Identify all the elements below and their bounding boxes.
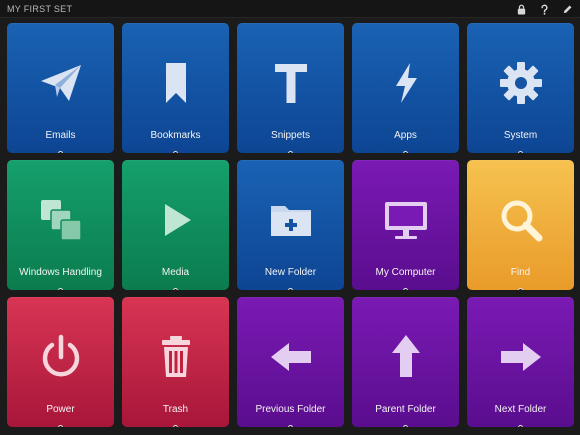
power-icon	[35, 331, 87, 383]
tile-label: Snippets	[271, 130, 310, 141]
tile-indicator-dot	[288, 151, 293, 153]
tile-windows-handling[interactable]: Windows Handling	[7, 160, 114, 290]
stacked-windows-icon	[35, 194, 87, 246]
tile-indicator-dot	[288, 288, 293, 290]
tile-indicator-dot	[518, 151, 523, 153]
tile-bookmarks[interactable]: Bookmarks	[122, 23, 229, 153]
bookmark-icon	[150, 57, 202, 109]
tile-find[interactable]: Find	[467, 160, 574, 290]
tile-label: Next Folder	[494, 404, 547, 415]
tile-label: Trash	[162, 404, 189, 415]
tile-indicator-dot	[173, 288, 178, 290]
tile-indicator-dot	[403, 425, 408, 427]
play-icon	[150, 194, 202, 246]
gear-icon	[495, 57, 547, 109]
action-grid: Emails Bookmarks Snippets Apps System Wi…	[7, 23, 575, 427]
tile-apps[interactable]: Apps	[352, 23, 459, 153]
tile-label: Power	[46, 404, 75, 415]
edit-pencil-icon[interactable]	[560, 2, 574, 16]
tile-media[interactable]: Media	[122, 160, 229, 290]
arrow-up-icon	[380, 331, 432, 383]
tile-emails[interactable]: Emails	[7, 23, 114, 153]
top-bar-icons	[514, 0, 574, 18]
tile-trash[interactable]: Trash	[122, 297, 229, 427]
tile-indicator-dot	[58, 425, 63, 427]
tile-snippets[interactable]: Snippets	[237, 23, 344, 153]
tile-indicator-dot	[58, 288, 63, 290]
tile-next-folder[interactable]: Next Folder	[467, 297, 574, 427]
paper-plane-icon	[35, 57, 87, 109]
tile-label: Windows Handling	[19, 267, 102, 278]
trash-icon	[150, 331, 202, 383]
text-t-icon	[265, 57, 317, 109]
tile-parent-folder[interactable]: Parent Folder	[352, 297, 459, 427]
tile-my-computer[interactable]: My Computer	[352, 160, 459, 290]
tile-indicator-dot	[518, 288, 523, 290]
tile-label: New Folder	[264, 267, 317, 278]
tile-label: Previous Folder	[255, 404, 326, 415]
tile-label: Find	[510, 267, 531, 278]
tile-previous-folder[interactable]: Previous Folder	[237, 297, 344, 427]
tile-indicator-dot	[173, 151, 178, 153]
arrow-left-icon	[265, 331, 317, 383]
set-title: MY FIRST SET	[7, 3, 73, 14]
lock-icon[interactable]	[514, 2, 528, 16]
tile-system[interactable]: System	[467, 23, 574, 153]
tile-indicator-dot	[403, 288, 408, 290]
tile-indicator-dot	[288, 425, 293, 427]
tile-indicator-dot	[58, 151, 63, 153]
tile-indicator-dot	[518, 425, 523, 427]
tile-label: System	[503, 130, 538, 141]
tile-label: My Computer	[375, 267, 436, 278]
tile-power[interactable]: Power	[7, 297, 114, 427]
tile-label: Apps	[394, 130, 417, 141]
tile-label: Media	[161, 267, 190, 278]
tile-indicator-dot	[173, 425, 178, 427]
tile-indicator-dot	[403, 151, 408, 153]
lightning-bolt-icon	[380, 57, 432, 109]
folder-plus-icon	[265, 194, 317, 246]
tile-label: Bookmarks	[150, 130, 201, 141]
tile-new-folder[interactable]: New Folder	[237, 160, 344, 290]
arrow-right-icon	[495, 331, 547, 383]
tile-label: Parent Folder	[375, 404, 436, 415]
monitor-icon	[380, 194, 432, 246]
tile-label: Emails	[45, 130, 76, 141]
help-icon[interactable]	[537, 2, 551, 16]
magnifier-icon	[495, 194, 547, 246]
top-bar: MY FIRST SET	[0, 0, 580, 18]
